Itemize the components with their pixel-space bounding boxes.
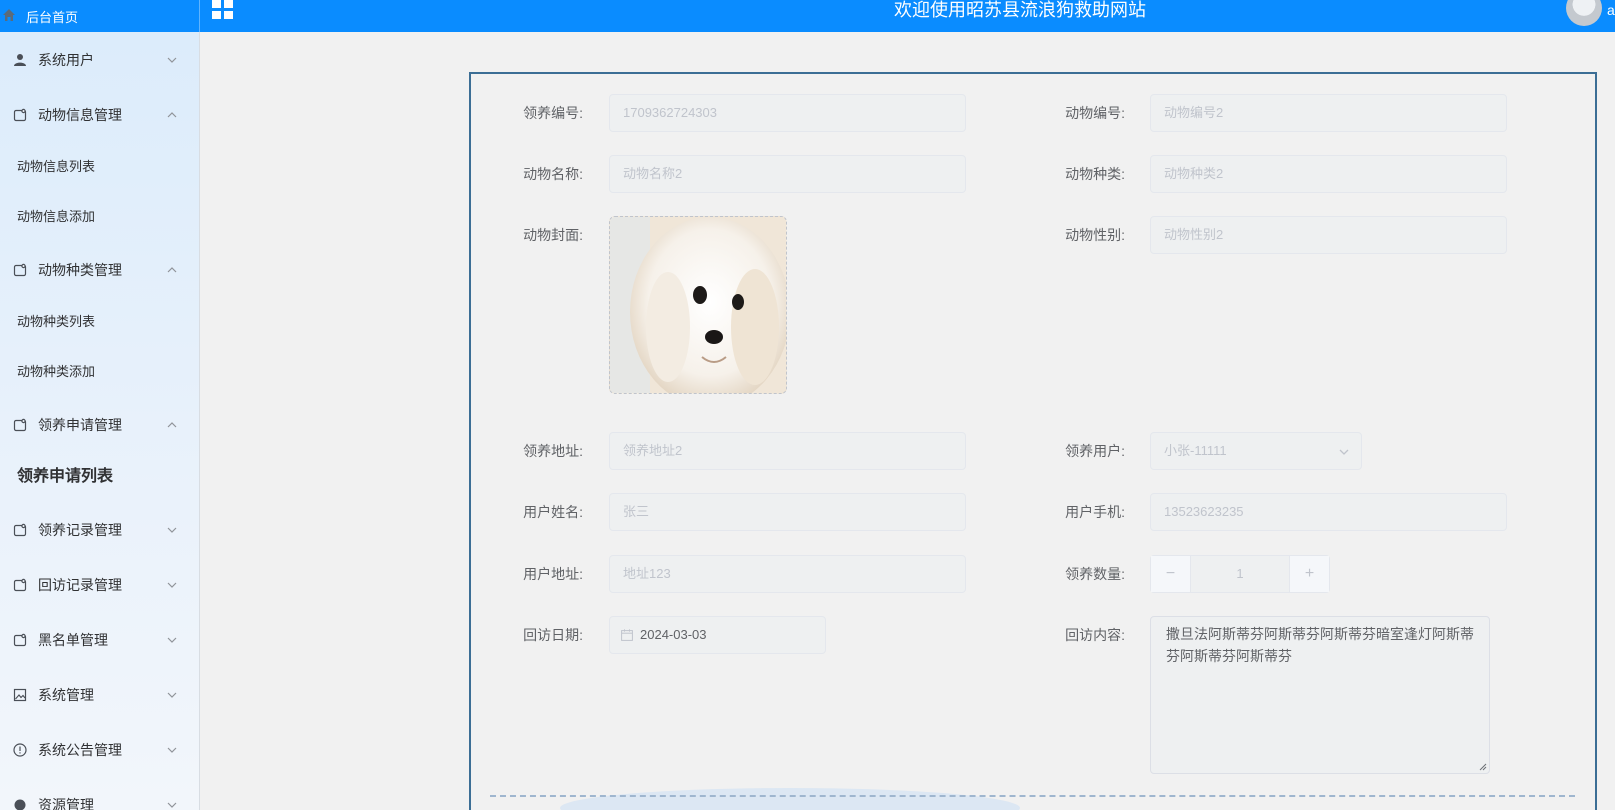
info-icon	[12, 742, 28, 758]
sidebar-subitem-animal-info-list[interactable]: 动物信息列表	[0, 142, 199, 192]
sidebar-item-label: 系统用户	[38, 51, 94, 68]
user-name-label: 用户姓名:	[523, 504, 583, 520]
sidebar-item-label: 系统公告管理	[38, 741, 122, 758]
sidebar-item-resource[interactable]: 资源管理	[0, 777, 199, 810]
adopt-user-select[interactable]: 小张-11111	[1150, 432, 1362, 470]
adopt-count-label: 领养数量:	[1065, 566, 1125, 582]
adopt-user-label: 领养用户:	[1065, 443, 1125, 459]
top-bar: 后台首页 欢迎使用昭苏县流浪狗救助网站 a	[0, 0, 1615, 32]
user-phone-label: 用户手机:	[1065, 504, 1125, 520]
adopt-user-value: 小张-11111	[1164, 443, 1227, 458]
sidebar-item-visit-record[interactable]: 回访记录管理	[0, 557, 199, 612]
increase-button[interactable]: +	[1289, 556, 1329, 592]
sidebar-item-adopt-record[interactable]: 领养记录管理	[0, 502, 199, 557]
dashed-divider	[490, 795, 1575, 797]
animal-kind-field[interactable]: 动物种类2	[1150, 155, 1507, 193]
animal-gender-field[interactable]: 动物性别2	[1150, 216, 1507, 254]
circle-icon	[12, 797, 28, 810]
adopt-no-label: 领养编号:	[523, 105, 583, 121]
decrease-button[interactable]: −	[1151, 556, 1191, 592]
home-link[interactable]: 后台首页	[0, 0, 200, 32]
animal-cover-image[interactable]	[609, 216, 787, 394]
tag-icon	[12, 522, 28, 538]
user-initial[interactable]: a	[1607, 0, 1615, 20]
user-address-label: 用户地址:	[523, 566, 583, 582]
sidebar-item-system-user[interactable]: 系统用户	[0, 32, 199, 87]
visit-date-picker[interactable]: 2024-03-03	[609, 616, 826, 654]
calendar-icon	[621, 629, 633, 641]
tag-icon	[12, 262, 28, 278]
tag-icon	[12, 577, 28, 593]
sidebar-item-label: 资源管理	[38, 796, 94, 810]
animal-kind-label: 动物种类:	[1065, 166, 1125, 182]
sidebar-item-notice[interactable]: 系统公告管理	[0, 722, 199, 777]
user-name-field[interactable]: 张三	[609, 493, 966, 531]
sidebar-subitem-animal-info-add[interactable]: 动物信息添加	[0, 192, 199, 242]
tag-icon	[12, 417, 28, 433]
home-label: 后台首页	[26, 9, 79, 25]
user-address-field[interactable]: 地址123	[609, 555, 966, 593]
adopt-no-field[interactable]: 1709362724303	[609, 94, 966, 132]
adopt-address-label: 领养地址:	[523, 443, 583, 459]
sidebar-item-system-manage[interactable]: 系统管理	[0, 667, 199, 722]
animal-cover-label: 动物封面:	[523, 227, 583, 243]
sidebar-item-adopt-apply[interactable]: 领养申请管理	[0, 397, 199, 452]
tag-icon	[12, 107, 28, 123]
sidebar-item-label: 回访记录管理	[38, 576, 122, 593]
adopt-count-stepper[interactable]: − 1 +	[1150, 555, 1330, 593]
adopt-address-field[interactable]: 领养地址2	[609, 432, 966, 470]
avatar[interactable]	[1566, 0, 1602, 26]
sidebar-item-label: 系统管理	[38, 686, 94, 703]
chevron-down-icon	[1339, 449, 1349, 455]
chevron-down-icon	[167, 582, 177, 588]
sidebar-item-label: 动物信息管理	[38, 106, 122, 123]
chevron-down-icon	[167, 747, 177, 753]
animal-no-field[interactable]: 动物编号2	[1150, 94, 1507, 132]
visit-content-label: 回访内容:	[1065, 627, 1125, 643]
sidebar-subitem-adopt-apply-list[interactable]: 领养申请列表	[0, 452, 199, 502]
site-title: 欢迎使用昭苏县流浪狗救助网站	[894, 0, 1146, 20]
sidebar-item-label: 领养申请管理	[38, 416, 122, 433]
visit-content-textarea[interactable]: 撒旦法阿斯蒂芬阿斯蒂芬阿斯蒂芬暗室逢灯阿斯蒂芬阿斯蒂芬阿斯蒂芬	[1150, 616, 1490, 774]
menu-grid-icon[interactable]	[212, 0, 236, 22]
user-phone-field[interactable]: 13523623235	[1150, 493, 1507, 531]
chevron-down-icon	[167, 527, 177, 533]
sidebar-subitem-animal-kind-list[interactable]: 动物种类列表	[0, 297, 199, 347]
sidebar-item-label: 黑名单管理	[38, 631, 108, 648]
animal-name-label: 动物名称:	[523, 166, 583, 182]
animal-no-label: 动物编号:	[1065, 105, 1125, 121]
chevron-down-icon	[167, 802, 177, 808]
user-icon	[12, 52, 28, 68]
chevron-down-icon	[167, 692, 177, 698]
tag-icon	[12, 632, 28, 648]
sidebar: 系统用户 动物信息管理 动物信息列表 动物信息添加 动物种类管理 动物种类列表 …	[0, 32, 200, 810]
animal-gender-label: 动物性别:	[1065, 227, 1125, 243]
resize-handle-icon[interactable]	[1479, 763, 1487, 771]
visit-date-value: 2024-03-03	[640, 627, 707, 642]
chevron-down-icon	[167, 637, 177, 643]
chevron-up-icon	[167, 421, 177, 427]
chevron-up-icon	[167, 266, 177, 272]
sidebar-item-label: 动物种类管理	[38, 261, 122, 278]
visit-content-value: 撒旦法阿斯蒂芬阿斯蒂芬阿斯蒂芬暗室逢灯阿斯蒂芬阿斯蒂芬阿斯蒂芬	[1166, 626, 1474, 664]
chevron-down-icon	[167, 57, 177, 63]
sidebar-item-blacklist[interactable]: 黑名单管理	[0, 612, 199, 667]
picture-icon	[12, 687, 28, 703]
sidebar-item-label: 领养记录管理	[38, 521, 122, 538]
sidebar-subitem-animal-kind-add[interactable]: 动物种类添加	[0, 347, 199, 397]
animal-name-field[interactable]: 动物名称2	[609, 155, 966, 193]
visit-date-label: 回访日期:	[523, 627, 583, 643]
adopt-count-value[interactable]: 1	[1191, 556, 1289, 592]
sidebar-item-animal-info[interactable]: 动物信息管理	[0, 87, 199, 142]
home-icon	[2, 8, 26, 25]
sidebar-item-animal-kind[interactable]: 动物种类管理	[0, 242, 199, 297]
chevron-up-icon	[167, 111, 177, 117]
